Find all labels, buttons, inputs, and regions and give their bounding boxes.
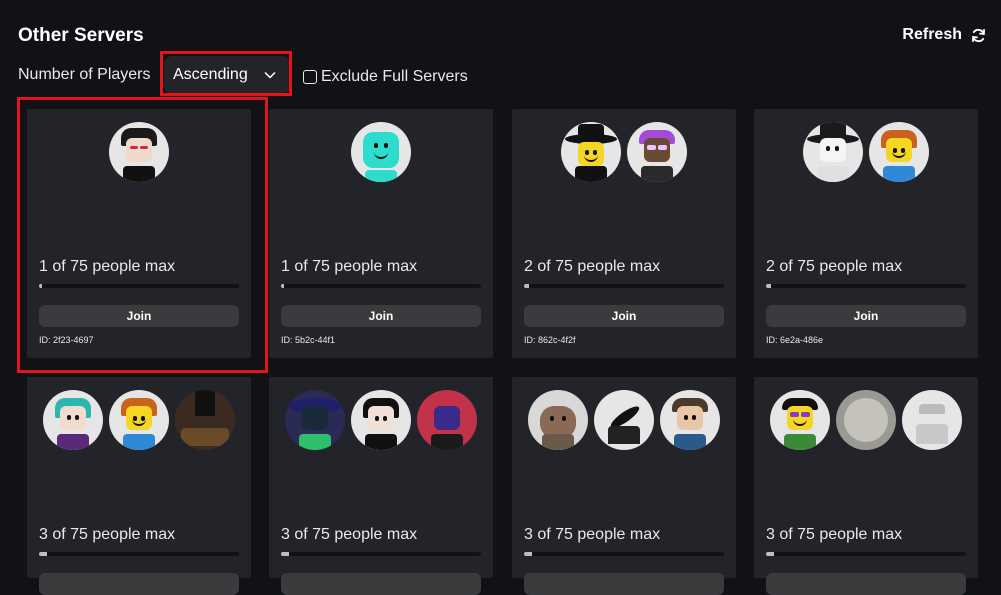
player-count: 1 of 75 people max	[281, 258, 418, 275]
exclude-full-servers-checkbox[interactable]	[303, 70, 317, 84]
server-id: ID: 6e2a-486e	[766, 335, 824, 345]
player-avatars	[754, 390, 978, 450]
player-avatar	[175, 390, 235, 450]
capacity-bar	[766, 284, 966, 288]
player-avatar	[351, 122, 411, 182]
server-card: 3 of 75 people max	[269, 377, 493, 595]
join-button[interactable]: Join	[524, 305, 724, 327]
player-count: 2 of 75 people max	[524, 258, 661, 275]
join-button[interactable]	[281, 573, 481, 595]
player-count: 3 of 75 people max	[524, 526, 661, 543]
capacity-bar	[524, 552, 724, 556]
player-avatars	[269, 390, 493, 450]
server-card: 1 of 75 people max Join ID: 5b2c-44f1	[269, 109, 493, 358]
join-button[interactable]	[524, 573, 724, 595]
player-avatar	[803, 122, 863, 182]
player-count: 2 of 75 people max	[766, 258, 903, 275]
refresh-button[interactable]: Refresh	[902, 26, 987, 44]
server-id: ID: 862c-4f2f	[524, 335, 576, 345]
capacity-bar-fill	[281, 552, 289, 556]
capacity-bar-fill	[766, 552, 774, 556]
player-avatar	[660, 390, 720, 450]
player-avatar	[836, 390, 896, 450]
capacity-bar-fill	[766, 284, 772, 288]
capacity-bar	[766, 552, 966, 556]
capacity-bar-fill	[524, 552, 532, 556]
capacity-bar	[281, 284, 481, 288]
capacity-bar	[39, 552, 239, 556]
highlight-box-server-card	[17, 97, 268, 373]
player-avatars	[27, 390, 251, 450]
capacity-bar-fill	[524, 284, 530, 288]
server-card: 2 of 75 people max Join ID: 6e2a-486e	[754, 109, 978, 358]
join-button[interactable]: Join	[766, 305, 966, 327]
player-count: 3 of 75 people max	[281, 526, 418, 543]
join-button[interactable]	[766, 573, 966, 595]
server-card: 3 of 75 people max	[512, 377, 736, 595]
server-card: 3 of 75 people max	[27, 377, 251, 595]
player-count: 3 of 75 people max	[39, 526, 176, 543]
capacity-bar	[281, 552, 481, 556]
capacity-bar-fill	[281, 284, 284, 288]
player-avatar	[417, 390, 477, 450]
server-id: ID: 5b2c-44f1	[281, 335, 336, 345]
capacity-bar	[524, 284, 724, 288]
server-card: 2 of 75 people max Join ID: 862c-4f2f	[512, 109, 736, 358]
player-avatars	[754, 122, 978, 182]
player-avatar	[351, 390, 411, 450]
server-card: 3 of 75 people max	[754, 377, 978, 595]
player-avatar	[285, 390, 345, 450]
player-avatar	[770, 390, 830, 450]
player-avatar	[869, 122, 929, 182]
player-avatars	[269, 122, 493, 182]
player-avatar	[561, 122, 621, 182]
refresh-label: Refresh	[902, 26, 962, 43]
player-avatar	[627, 122, 687, 182]
player-avatar	[43, 390, 103, 450]
capacity-bar-fill	[39, 552, 47, 556]
player-avatars	[512, 390, 736, 450]
player-avatar	[594, 390, 654, 450]
exclude-full-servers-label: Exclude Full Servers	[321, 68, 468, 85]
page-title: Other Servers	[18, 25, 144, 46]
player-avatar	[109, 390, 169, 450]
join-button[interactable]	[39, 573, 239, 595]
highlight-box-dropdown	[160, 51, 292, 96]
player-avatars	[512, 122, 736, 182]
sort-label: Number of Players	[18, 66, 151, 83]
exclude-full-servers-toggle[interactable]: Exclude Full Servers	[303, 68, 468, 86]
join-button[interactable]: Join	[281, 305, 481, 327]
player-avatar	[902, 390, 962, 450]
player-avatar	[528, 390, 588, 450]
refresh-icon	[972, 28, 985, 42]
player-count: 3 of 75 people max	[766, 526, 903, 543]
